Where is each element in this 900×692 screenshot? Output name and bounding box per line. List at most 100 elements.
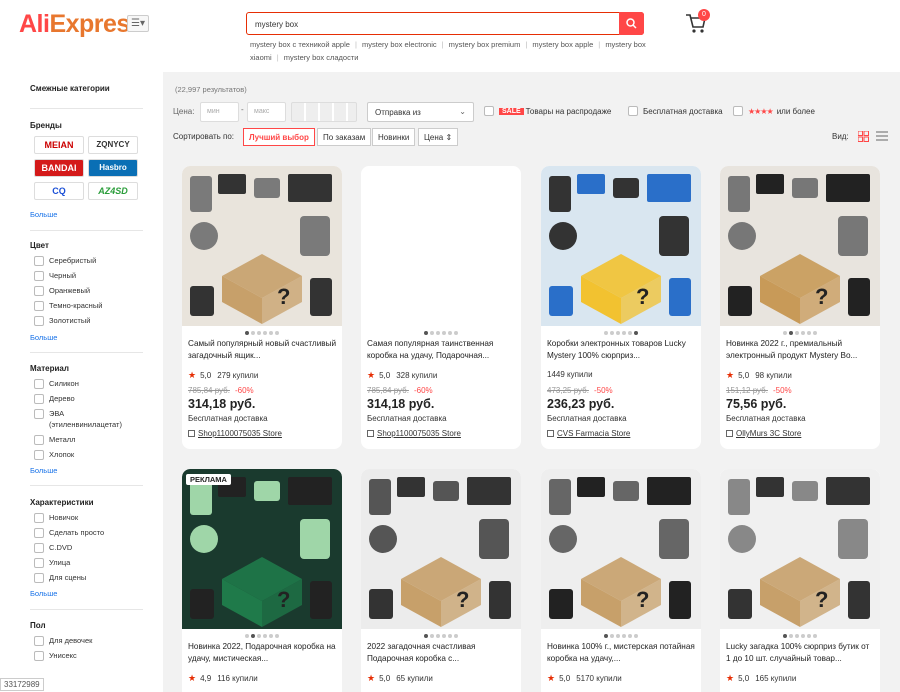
checkbox[interactable] <box>34 450 44 460</box>
more-features-link[interactable]: Больше <box>30 589 57 598</box>
brand-logo[interactable]: ZQNYCY <box>88 136 138 154</box>
store-link[interactable]: Shop1100075035 Store <box>188 429 282 438</box>
checkbox[interactable] <box>34 636 44 646</box>
image-carousel-dots[interactable] <box>361 327 521 335</box>
brand-logo[interactable]: Hasbro <box>88 159 138 177</box>
more-colors-link[interactable]: Больше <box>30 333 57 342</box>
image-carousel-dots[interactable] <box>361 630 521 638</box>
gender-option[interactable]: Унисекс <box>34 651 92 666</box>
brand-logo[interactable]: CQ <box>34 182 84 200</box>
related-categories-title[interactable]: Смежные категории <box>30 84 110 93</box>
image-carousel-dots[interactable] <box>720 630 880 638</box>
product-image[interactable]: ? <box>541 166 701 326</box>
product-card[interactable]: ? Самый популярный новый счастливый зага… <box>182 166 342 449</box>
color-option[interactable]: Черный <box>34 271 102 286</box>
sort-orders[interactable]: По заказам <box>317 128 372 146</box>
product-image[interactable]: ? <box>541 469 701 629</box>
feature-option[interactable]: Новичок <box>34 513 104 528</box>
product-card[interactable]: ? Коробки электронных товаров Lucky Myst… <box>541 166 701 449</box>
product-image[interactable]: ? РЕКЛАМА <box>182 469 342 629</box>
price-ok-button[interactable] <box>291 102 357 122</box>
product-image[interactable]: ? <box>361 469 521 629</box>
product-image[interactable]: ? <box>182 166 342 326</box>
sort-newest[interactable]: Новинки <box>372 128 416 146</box>
checkbox[interactable] <box>34 286 44 296</box>
search-input[interactable] <box>255 17 615 31</box>
image-carousel-dots[interactable] <box>182 327 342 335</box>
feature-option[interactable]: Улица <box>34 558 104 573</box>
product-title[interactable]: Новинка 2022 г., премиальный электронный… <box>726 338 876 362</box>
price-max-input[interactable]: макс <box>247 102 286 122</box>
checkbox[interactable] <box>34 271 44 281</box>
checkbox[interactable] <box>628 106 638 116</box>
checkbox[interactable] <box>34 435 44 445</box>
product-title[interactable]: Самая популярная таинственная коробка на… <box>367 338 517 362</box>
image-carousel-dots[interactable] <box>541 630 701 638</box>
gender-option[interactable]: Для девочек <box>34 636 92 651</box>
color-option[interactable]: Темно-красный <box>34 301 102 316</box>
brand-logo[interactable]: AZ4SD <box>88 182 138 200</box>
checkbox[interactable] <box>34 573 44 583</box>
checkbox[interactable] <box>34 316 44 326</box>
price-min-input[interactable]: мин <box>200 102 239 122</box>
product-title[interactable]: Коробки электронных товаров Lucky Myster… <box>547 338 697 362</box>
product-card[interactable]: ? РЕКЛАМА Новинка 2022, Подарочная короб… <box>182 469 342 692</box>
more-brands-link[interactable]: Больше <box>30 210 57 219</box>
store-link[interactable]: CVS Farmacia Store <box>547 429 630 438</box>
product-image[interactable] <box>361 166 521 326</box>
checkbox[interactable] <box>34 256 44 266</box>
product-title[interactable]: Новинка 2022, Подарочная коробка на удач… <box>188 641 338 665</box>
suggestion-link[interactable]: mystery box premium <box>449 40 521 49</box>
free-shipping-filter[interactable]: Бесплатная доставка <box>628 106 723 116</box>
checkbox[interactable] <box>733 106 743 116</box>
image-carousel-dots[interactable] <box>182 630 342 638</box>
material-option[interactable]: Силикон <box>34 379 122 394</box>
suggestion-link[interactable]: mystery box apple <box>532 40 593 49</box>
more-materials-link[interactable]: Больше <box>30 466 57 475</box>
product-card[interactable]: ? Новинка 2022 г., премиальный электронн… <box>720 166 880 449</box>
image-carousel-dots[interactable] <box>541 327 701 335</box>
material-option[interactable]: ЭВА <box>34 409 122 420</box>
checkbox[interactable] <box>484 106 494 116</box>
product-card[interactable]: ? 2022 загадочная счастливая Подарочная … <box>361 469 521 692</box>
material-option[interactable]: Металл <box>34 435 122 450</box>
brand-logo[interactable]: MEIAN <box>34 136 84 154</box>
feature-option[interactable]: C.DVD <box>34 543 104 558</box>
checkbox[interactable] <box>34 528 44 538</box>
color-option[interactable]: Оранжевый <box>34 286 102 301</box>
checkbox[interactable] <box>34 409 44 419</box>
color-option[interactable]: Серебристый <box>34 256 102 271</box>
ship-from-select[interactable]: Отправка из ⌄ <box>367 102 474 122</box>
aliexpress-logo[interactable]: AliExpress <box>19 10 144 39</box>
sort-price[interactable]: Цена ⇕ <box>418 128 459 146</box>
checkbox[interactable] <box>34 543 44 553</box>
suggestion-link[interactable]: mystery box сладости <box>284 53 359 62</box>
menu-icon[interactable]: ☰▾ <box>127 15 149 32</box>
feature-option[interactable]: Сделать просто <box>34 528 104 543</box>
checkbox[interactable] <box>34 394 44 404</box>
grid-view-icon[interactable] <box>858 131 869 142</box>
suggestion-link[interactable]: mystery box с техникой apple <box>250 40 350 49</box>
product-title[interactable]: Lucky загадка 100% сюрприз бутик от 1 до… <box>726 641 876 665</box>
product-title[interactable]: Самый популярный новый счастливый загадо… <box>188 338 338 362</box>
product-image[interactable]: ? <box>720 469 880 629</box>
color-option[interactable]: Золотистый <box>34 316 102 331</box>
product-card[interactable]: ? Новинка 100% г., мистерская потайная к… <box>541 469 701 692</box>
checkbox[interactable] <box>34 379 44 389</box>
list-view-icon[interactable] <box>876 131 888 142</box>
search-button[interactable] <box>619 12 644 35</box>
product-image[interactable]: ? <box>720 166 880 326</box>
product-card[interactable]: ? Lucky загадка 100% сюрприз бутик от 1 … <box>720 469 880 692</box>
checkbox[interactable] <box>34 651 44 661</box>
sort-best-match[interactable]: Лучший выбор <box>243 128 315 146</box>
feature-option[interactable]: Для сцены <box>34 573 104 588</box>
checkbox[interactable] <box>34 301 44 311</box>
brand-logo[interactable]: BANDAI <box>34 159 84 177</box>
product-title[interactable]: 2022 загадочная счастливая Подарочная ко… <box>367 641 517 665</box>
store-link[interactable]: OllyMurs 3C Store <box>726 429 801 438</box>
rating-filter[interactable]: ★★★★ или более <box>733 106 815 116</box>
material-option[interactable]: Хлопок <box>34 450 122 465</box>
checkbox[interactable] <box>34 558 44 568</box>
material-option[interactable]: Дерево <box>34 394 122 409</box>
product-card[interactable]: Самая популярная таинственная коробка на… <box>361 166 521 449</box>
